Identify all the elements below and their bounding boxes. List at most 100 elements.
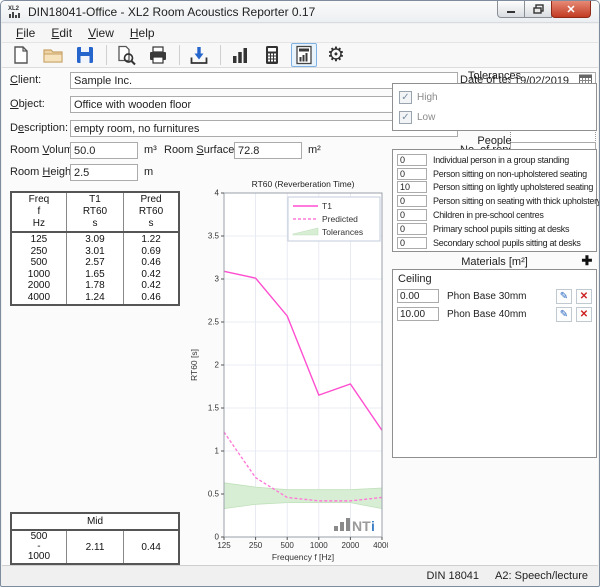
menu-help[interactable]: Help <box>122 24 163 42</box>
menu-file[interactable]: File <box>8 24 43 42</box>
menu-edit[interactable]: Edit <box>43 24 80 42</box>
room-surface-input[interactable] <box>234 142 302 159</box>
report-button[interactable] <box>291 43 317 67</box>
pencil-icon: ✎ <box>560 309 568 320</box>
svg-text:NT: NT <box>352 518 371 534</box>
people-row-label: Children in pre-school centres <box>433 210 544 220</box>
low-checkbox[interactable]: ✓ <box>399 111 412 124</box>
people-count-input[interactable] <box>397 168 427 180</box>
room-volume-input[interactable] <box>70 142 138 159</box>
svg-text:T1: T1 <box>322 201 332 211</box>
checkmark-icon: ✓ <box>401 112 409 123</box>
people-row: Children in pre-school centres <box>393 208 596 222</box>
people-count-input[interactable] <box>397 223 427 235</box>
rt60-chart-svg: 00.511.522.533.54125250500100020004000RT… <box>188 179 388 563</box>
xl2-app-icon: XL2 <box>7 4 23 19</box>
people-row-label: Secondary school pupils sitting at desks <box>433 238 581 248</box>
svg-text:500: 500 <box>281 541 295 550</box>
material-name: Phon Base 30mm <box>447 291 556 302</box>
save-button[interactable] <box>72 43 98 67</box>
people-count-input[interactable] <box>397 154 427 166</box>
menu-bar: File Edit View Help <box>2 24 598 43</box>
materials-panel: Ceiling Phon Base 30mm ✎ ✕ Phon Base 40m… <box>392 269 597 458</box>
pencil-icon: ✎ <box>560 291 568 302</box>
people-title: People <box>392 135 597 147</box>
room-height-input[interactable] <box>70 164 138 181</box>
bar-chart-button[interactable] <box>227 43 253 67</box>
svg-text:3.5: 3.5 <box>208 232 220 241</box>
restore-button[interactable] <box>524 1 552 18</box>
import-measurement-button[interactable] <box>186 43 212 67</box>
room-volume-unit: m³ <box>144 144 157 156</box>
window-title: DIN18041-Office - XL2 Room Acoustics Rep… <box>28 5 315 19</box>
pred-col-header: PredRT60s <box>124 192 179 232</box>
print-preview-button[interactable] <box>113 43 139 67</box>
high-checkbox[interactable]: ✓ <box>399 91 412 104</box>
open-file-button[interactable] <box>40 43 66 67</box>
low-checkbox-label: Low <box>417 112 435 123</box>
calculator-button[interactable] <box>259 43 285 67</box>
restore-icon <box>533 4 544 14</box>
people-row: Person sitting on non-upholstered seatin… <box>393 167 596 181</box>
people-count-input[interactable] <box>397 237 427 249</box>
material-area-input[interactable] <box>397 289 439 303</box>
svg-text:Frequency f [Hz]: Frequency f [Hz] <box>272 552 334 562</box>
report-icon <box>293 44 315 66</box>
description-label: Description: <box>10 122 68 134</box>
main-content: Client: Date of test: Object: Image: Des… <box>2 68 598 565</box>
mid-pred-cell: 0.44 <box>124 530 179 564</box>
people-row: Person sitting on seating with thick uph… <box>393 194 596 208</box>
material-area-input[interactable] <box>397 307 439 321</box>
print-button[interactable] <box>145 43 171 67</box>
rt60-frequency-table: FreqfHz T1RT60s PredRT60s 12525050010002… <box>10 191 180 306</box>
print-preview-icon <box>115 44 137 66</box>
delete-material-button[interactable]: ✕ <box>576 307 592 322</box>
mid-range-cell: 500-1000 <box>11 530 66 564</box>
svg-text:Predicted: Predicted <box>322 214 358 224</box>
edit-material-button[interactable]: ✎ <box>556 289 572 304</box>
people-row: Person sitting on lightly upholstered se… <box>393 181 596 195</box>
room-height-unit: m <box>144 166 153 178</box>
svg-text:4: 4 <box>215 189 220 198</box>
tolerances-title: Tolerances <box>392 70 597 82</box>
room-height-label: Room Height: <box>10 166 77 178</box>
svg-text:1000: 1000 <box>310 541 328 550</box>
people-row: Secondary school pupils sitting at desks <box>393 236 596 250</box>
svg-text:i: i <box>371 518 375 534</box>
svg-text:2: 2 <box>215 361 220 370</box>
close-icon: ✕ <box>566 3 575 16</box>
bar-chart-icon <box>229 44 251 66</box>
room-surface-unit: m² <box>308 144 321 156</box>
minimize-button[interactable] <box>497 1 525 18</box>
app-window: XL2 DIN18041-Office - XL2 Room Acoustics… <box>0 0 600 587</box>
people-row-label: Individual person in a group standing <box>433 155 569 165</box>
high-checkbox-label: High <box>417 92 438 103</box>
title-bar[interactable]: XL2 DIN18041-Office - XL2 Room Acoustics… <box>1 1 599 23</box>
t1-column: 3.093.012.571.651.781.24 <box>66 232 123 305</box>
new-document-icon <box>10 44 32 66</box>
people-panel: Individual person in a group standing Pe… <box>392 149 597 252</box>
svg-text:XL2: XL2 <box>8 6 20 12</box>
delete-material-button[interactable]: ✕ <box>576 289 592 304</box>
svg-text:1: 1 <box>215 447 220 456</box>
material-name: Phon Base 40mm <box>447 309 556 320</box>
people-row: Primary school pupils sitting at desks <box>393 222 596 236</box>
people-count-input[interactable] <box>397 181 427 193</box>
edit-material-button[interactable]: ✎ <box>556 307 572 322</box>
open-folder-icon <box>42 44 64 66</box>
add-material-button[interactable]: ✚ <box>579 254 595 269</box>
settings-button[interactable]: ⚙ <box>323 43 349 67</box>
people-count-input[interactable] <box>397 209 427 221</box>
people-count-input[interactable] <box>397 195 427 207</box>
room-surface-label: Room Surface: <box>164 144 237 156</box>
new-document-button[interactable] <box>8 43 34 67</box>
mid-t1-cell: 2.11 <box>66 530 123 564</box>
menu-view[interactable]: View <box>80 24 122 42</box>
object-label: Object: <box>10 98 45 110</box>
tolerance-low-row: ✓ Low <box>393 107 596 127</box>
toolbar-separator <box>106 45 107 65</box>
t1-col-header: T1RT60s <box>66 192 123 232</box>
toolbar-separator <box>220 45 221 65</box>
mid-table: Mid 500-1000 2.11 0.44 <box>10 512 180 565</box>
close-button[interactable]: ✕ <box>551 1 591 18</box>
